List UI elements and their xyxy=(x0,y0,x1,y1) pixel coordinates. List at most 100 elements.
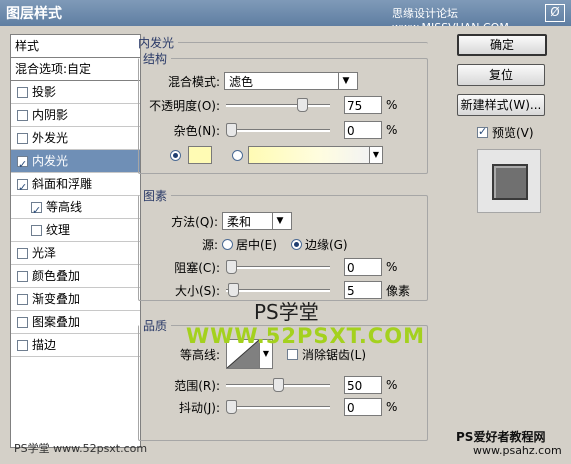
source-edge-radio[interactable] xyxy=(290,239,302,250)
jitter-slider[interactable] xyxy=(226,400,330,414)
close-icon[interactable]: Ø xyxy=(545,4,565,22)
opacity-slider[interactable] xyxy=(226,98,330,112)
contour-label: 等高线: xyxy=(179,347,220,362)
jitter-input[interactable]: 0 xyxy=(344,398,382,416)
layer-style-dialog: 图层样式 思缘设计论坛 www.MISSVUAN.COM Ø 样式 混合选项:自… xyxy=(0,0,571,464)
reset-button[interactable]: 复位 xyxy=(457,64,545,86)
size-input[interactable]: 5 xyxy=(344,281,382,299)
elements-title: 图素 xyxy=(143,189,168,203)
sidebar-item[interactable]: 光泽 xyxy=(11,242,140,265)
chevron-down-icon: ▼ xyxy=(272,213,287,229)
blend-mode-select[interactable]: 滤色 ▼ xyxy=(224,72,358,90)
sidebar-item-label: 光泽 xyxy=(32,246,57,260)
sidebar-item-checkbox[interactable] xyxy=(17,109,28,121)
new-style-button[interactable]: 新建样式(W)... xyxy=(457,94,545,116)
sidebar-item-checkbox[interactable] xyxy=(17,177,28,199)
noise-slider-thumb[interactable] xyxy=(226,123,237,137)
styles-header[interactable]: 样式 xyxy=(11,35,140,58)
sidebar-item-checkbox[interactable] xyxy=(17,316,28,328)
inner-glow-title: 内发光 xyxy=(138,36,175,50)
sidebar-item[interactable]: 内阴影 xyxy=(11,104,140,127)
sidebar-item[interactable]: 投影 xyxy=(11,81,140,104)
noise-input[interactable]: 0 xyxy=(344,121,382,139)
sidebar-item-label: 外发光 xyxy=(32,131,69,145)
sidebar-item-label: 等高线 xyxy=(46,200,83,214)
source-center-label[interactable]: 居中(E) xyxy=(236,236,277,253)
watermark-center: PS学堂 xyxy=(254,300,319,324)
choke-slider[interactable] xyxy=(226,260,330,274)
choke-input[interactable]: 0 xyxy=(344,258,382,276)
sidebar-item-label: 图案叠加 xyxy=(32,315,81,329)
source-center-radio[interactable] xyxy=(222,239,233,250)
blend-options-item[interactable]: 混合选项:自定 xyxy=(11,58,140,81)
choke-pct: % xyxy=(386,260,398,274)
sidebar-item[interactable]: 颜色叠加 xyxy=(11,265,140,288)
sidebar-item-checkbox[interactable] xyxy=(17,293,28,305)
sidebar-item-checkbox[interactable] xyxy=(31,200,42,222)
preview-checkbox[interactable] xyxy=(477,125,488,138)
solid-color-radio[interactable] xyxy=(170,149,181,161)
gradient-radio[interactable] xyxy=(232,149,243,161)
choke-label: 阻塞(C): xyxy=(174,260,220,275)
antialias-label[interactable]: 消除锯齿(L) xyxy=(302,346,366,363)
preview-thumbnail xyxy=(492,164,528,200)
glow-color-swatch[interactable] xyxy=(188,146,212,164)
sidebar-item[interactable]: 斜面和浮雕 xyxy=(11,173,140,199)
sidebar-item[interactable]: 纹理 xyxy=(11,219,140,242)
sidebar-item-checkbox[interactable] xyxy=(31,224,42,236)
watermark-bottom-left: PS学堂 www.52psxt.com xyxy=(14,442,148,455)
dialog-buttons: 确定 复位 新建样式(W)... 预览(V) xyxy=(457,34,561,213)
source-edge-label[interactable]: 边缘(G) xyxy=(305,236,348,253)
range-input[interactable]: 50 xyxy=(344,376,382,394)
sidebar-item-label: 纹理 xyxy=(46,223,71,237)
watermark-bottom-right-url: www.psahz.com xyxy=(473,444,562,457)
opacity-label: 不透明度(O): xyxy=(149,98,220,113)
noise-slider[interactable] xyxy=(226,123,330,137)
jitter-slider-thumb[interactable] xyxy=(226,400,237,414)
source-label: 源: xyxy=(201,238,218,252)
noise-pct: % xyxy=(386,123,398,137)
sidebar-item-label: 斜面和浮雕 xyxy=(32,177,93,191)
range-slider-thumb[interactable] xyxy=(273,378,284,392)
opacity-input[interactable]: 75 xyxy=(344,96,382,114)
sidebar-item-label: 内阴影 xyxy=(32,108,69,122)
size-label: 大小(S): xyxy=(174,283,220,298)
sidebar-item[interactable]: 渐变叠加 xyxy=(11,288,140,311)
sidebar-item-checkbox[interactable] xyxy=(17,247,28,259)
sidebar-item[interactable]: 内发光 xyxy=(11,150,140,176)
sidebar-item[interactable]: 外发光 xyxy=(11,127,140,150)
blend-mode-label: 混合模式: xyxy=(167,74,220,89)
method-label: 方法(Q): xyxy=(171,214,218,229)
sidebar-item-label: 颜色叠加 xyxy=(32,269,81,283)
range-slider[interactable] xyxy=(226,378,330,392)
method-select[interactable]: 柔和 ▼ xyxy=(222,212,292,230)
sidebar-item[interactable]: 描边 xyxy=(11,334,140,357)
preview-label[interactable]: 预览(V) xyxy=(492,124,534,141)
sidebar-item-label: 描边 xyxy=(32,338,57,352)
structure-title: 结构 xyxy=(143,52,168,66)
preview-toggle[interactable]: 预览(V) xyxy=(477,124,561,141)
sidebar-item-checkbox[interactable] xyxy=(17,270,28,282)
glow-gradient[interactable] xyxy=(248,146,370,164)
sidebar-item-checkbox[interactable] xyxy=(17,132,28,144)
watermark-bottom-right: PS爱好者教程网 xyxy=(456,430,546,444)
ok-button[interactable]: 确定 xyxy=(457,34,547,56)
styles-list: 样式 混合选项:自定 投影内阴影外发光内发光斜面和浮雕等高线纹理光泽颜色叠加渐变… xyxy=(10,34,141,448)
sidebar-item-label: 投影 xyxy=(32,85,57,99)
sidebar-item-checkbox[interactable] xyxy=(17,154,28,176)
sidebar-item[interactable]: 等高线 xyxy=(11,196,140,222)
title-bar: 图层样式 思缘设计论坛 www.MISSVUAN.COM Ø xyxy=(0,0,571,34)
size-slider-thumb[interactable] xyxy=(228,283,239,297)
sidebar-item-checkbox[interactable] xyxy=(17,86,28,98)
choke-slider-thumb[interactable] xyxy=(226,260,237,274)
method-value: 柔和 xyxy=(227,214,252,229)
inner-glow-panel: 内发光 结构 混合模式: 滤色 ▼ 不透明度(O): 75 % 杂色(N): 0… xyxy=(130,34,430,446)
sidebar-item[interactable]: 图案叠加 xyxy=(11,311,140,334)
size-slider[interactable] xyxy=(226,283,330,297)
style-preview xyxy=(477,149,541,213)
sidebar-item-checkbox[interactable] xyxy=(17,339,28,351)
antialias-checkbox[interactable] xyxy=(287,348,298,360)
opacity-slider-thumb[interactable] xyxy=(297,98,308,112)
gradient-dropdown-icon[interactable]: ▼ xyxy=(370,146,383,164)
sidebar-item-label: 渐变叠加 xyxy=(32,292,81,306)
